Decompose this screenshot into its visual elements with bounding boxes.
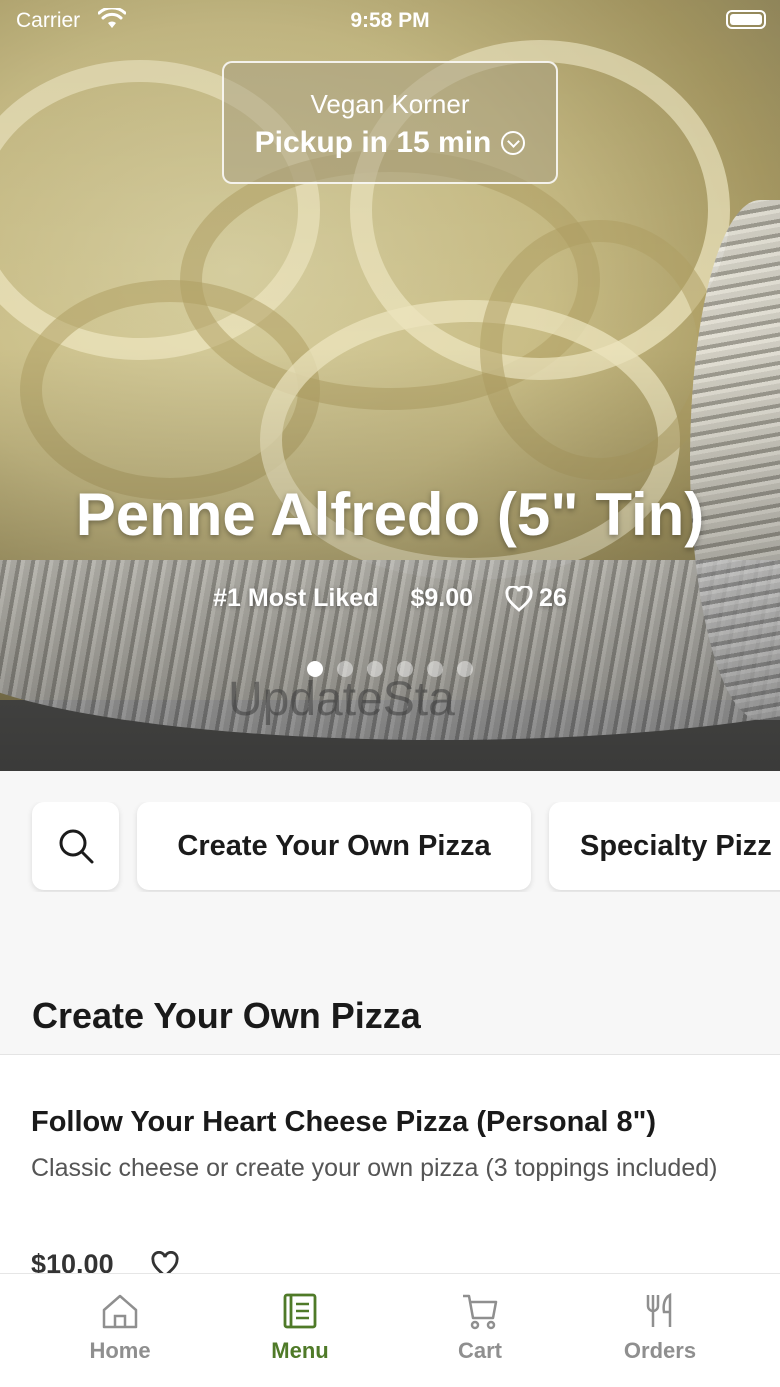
menu-book-icon: [283, 1293, 317, 1329]
like-button[interactable]: 26: [505, 584, 567, 613]
tab-label: Home: [89, 1338, 151, 1363]
fork-knife-icon: [646, 1292, 672, 1327]
tab-home[interactable]: Home: [0, 1274, 240, 1387]
tab-label: Orders: [623, 1338, 697, 1363]
pickup-time: Pickup in 15 min: [224, 126, 556, 160]
store-name: Vegan Korner: [310, 89, 470, 119]
category-chip[interactable]: Create Your Own Pizza: [137, 802, 531, 890]
search-icon: [59, 829, 93, 864]
search-button[interactable]: [32, 802, 119, 890]
item-name: Follow Your Heart Cheese Pizza (Personal…: [31, 1106, 657, 1138]
rank-label: #1 Most Liked: [213, 584, 379, 612]
hero-banner[interactable]: Carrier 9:58 PM Vegan Korner Pickup in 1…: [0, 0, 780, 771]
tab-menu[interactable]: Menu: [240, 1274, 360, 1387]
clock: 9:58 PM: [350, 9, 430, 32]
price-label: $9.00: [410, 584, 474, 612]
home-icon: [102, 1294, 138, 1329]
category-chip[interactable]: Specialty Pizz: [549, 802, 780, 890]
watermark: UpdateSta: [228, 673, 455, 726]
store-selector-button[interactable]: Vegan Korner Pickup in 15 min: [222, 61, 558, 184]
section-title: Create Your Own Pizza: [32, 995, 421, 1036]
hero-meta: #1 Most Liked $9.00 26: [0, 584, 780, 613]
menu-item-card[interactable]: Follow Your Heart Cheese Pizza (Personal…: [0, 1054, 780, 1294]
chevron-down-icon: [501, 131, 526, 155]
tab-cart[interactable]: Cart: [360, 1274, 600, 1387]
like-count: 26: [539, 584, 567, 612]
category-chips[interactable]: Create Your Own Pizza Specialty Pizz: [0, 802, 780, 892]
pickup-label: Pickup in 15 min: [254, 126, 492, 159]
cart-icon: [463, 1294, 498, 1330]
item-description: Classic cheese or create your own pizza …: [31, 1154, 718, 1182]
carousel-dot[interactable]: [457, 661, 473, 677]
tab-bar: Home Menu Cart Orders: [0, 1273, 780, 1387]
battery-icon: [726, 10, 766, 29]
tab-label: Menu: [271, 1338, 329, 1363]
tab-orders[interactable]: Orders: [600, 1274, 720, 1387]
heart-icon: [505, 585, 533, 612]
hero-title: Penne Alfredo (5" Tin): [75, 481, 705, 548]
tab-label: Cart: [457, 1338, 502, 1363]
status-bar: Carrier 9:58 PM: [0, 0, 780, 40]
